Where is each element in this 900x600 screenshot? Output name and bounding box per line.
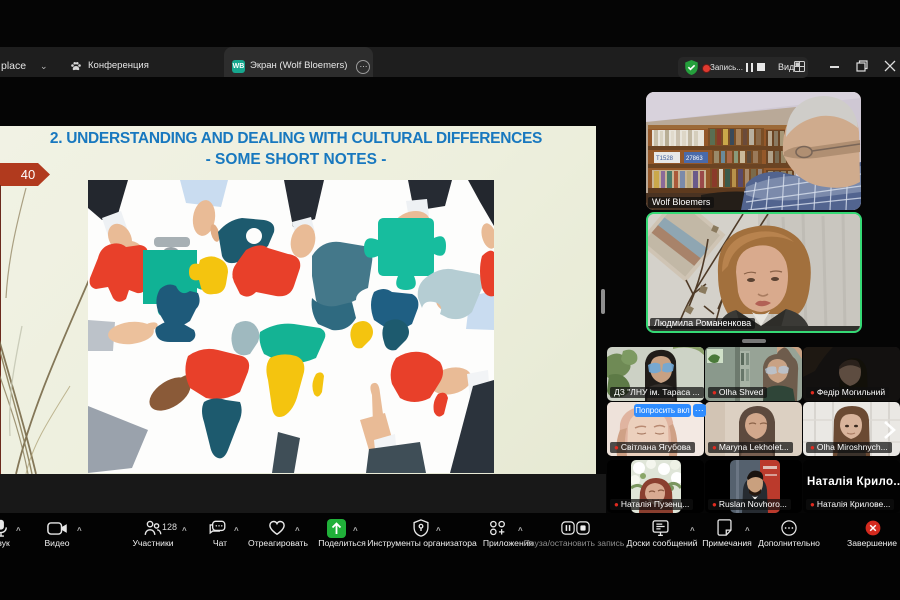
svg-text:T1528: T1528 (656, 156, 674, 162)
svg-text:27863: 27863 (686, 156, 703, 162)
